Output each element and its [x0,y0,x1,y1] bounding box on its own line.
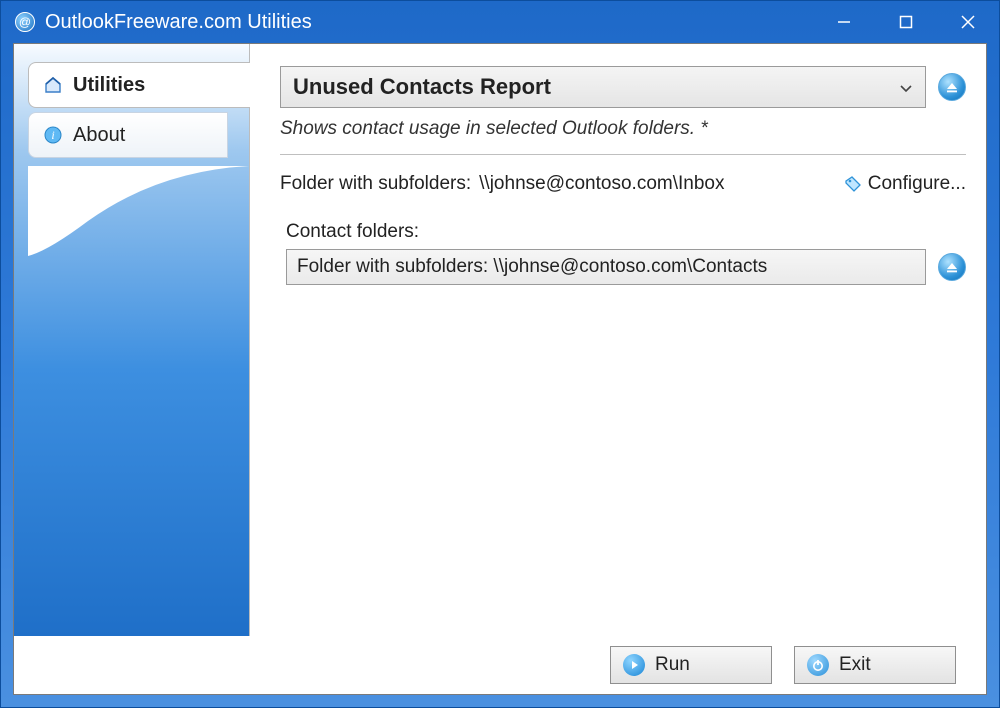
contact-folders-row: Folder with subfolders: \\johnse@contoso… [280,249,966,285]
window-title: OutlookFreeware.com Utilities [45,11,813,34]
sidebar-tabs: Utilities i About [14,44,249,158]
minimize-button[interactable] [813,1,875,43]
titlebar[interactable]: @ OutlookFreeware.com Utilities [1,1,999,43]
folder-label: Folder with subfolders: [280,173,471,195]
footer: Run Exit [14,636,986,694]
sidebar: Utilities i About Outlook Freeware .com [14,44,249,636]
run-label: Run [655,654,690,676]
report-description: Shows contact usage in selected Outlook … [280,118,966,155]
eject-icon [945,80,959,94]
application-window: @ OutlookFreeware.com Utilities [0,0,1000,708]
contact-folders-input[interactable]: Folder with subfolders: \\johnse@contoso… [286,249,926,285]
tab-utilities[interactable]: Utilities [28,62,250,108]
exit-label: Exit [839,654,871,676]
configure-label: Configure... [868,173,966,195]
play-icon [623,654,645,676]
report-title: Unused Contacts Report [293,74,551,100]
client-area: Utilities i About Outlook Freeware .com [13,43,987,695]
brand-suffix: .com [13,181,19,286]
contact-folders-label: Contact folders: [280,221,966,243]
report-header-row: Unused Contacts Report [280,66,966,108]
eject-icon [945,260,959,274]
tab-label: About [73,124,125,147]
app-icon: @ [15,12,35,32]
brand-main: Outlook Freeware [13,286,19,628]
body-row: Utilities i About Outlook Freeware .com [14,44,986,636]
minimize-icon [837,15,851,29]
configure-link[interactable]: Configure... [844,173,966,195]
main-panel: Unused Contacts Report Shows contact usa… [249,44,986,636]
info-icon: i [43,125,63,145]
eject-report-button[interactable] [938,73,966,101]
eject-contact-button[interactable] [938,253,966,281]
run-button[interactable]: Run [610,646,772,684]
contact-folders-value: Folder with subfolders: \\johnse@contoso… [297,256,767,278]
svg-text:i: i [51,128,54,142]
folder-field-row: Folder with subfolders: \\johnse@contoso… [280,173,966,195]
window-controls [813,1,999,43]
report-dropdown[interactable]: Unused Contacts Report [280,66,926,108]
maximize-icon [899,15,913,29]
power-icon [807,654,829,676]
tab-label: Utilities [73,74,145,97]
folder-value: \\johnse@contoso.com\Inbox [479,173,724,195]
close-icon [960,14,976,30]
exit-button[interactable]: Exit [794,646,956,684]
maximize-button[interactable] [875,1,937,43]
sidebar-curve-decoration [28,166,263,256]
tab-about[interactable]: i About [28,112,228,158]
brand-watermark: Outlook Freeware .com [13,181,20,628]
tag-icon [844,175,862,193]
home-icon [43,75,63,95]
chevron-down-icon [899,74,913,100]
close-button[interactable] [937,1,999,43]
